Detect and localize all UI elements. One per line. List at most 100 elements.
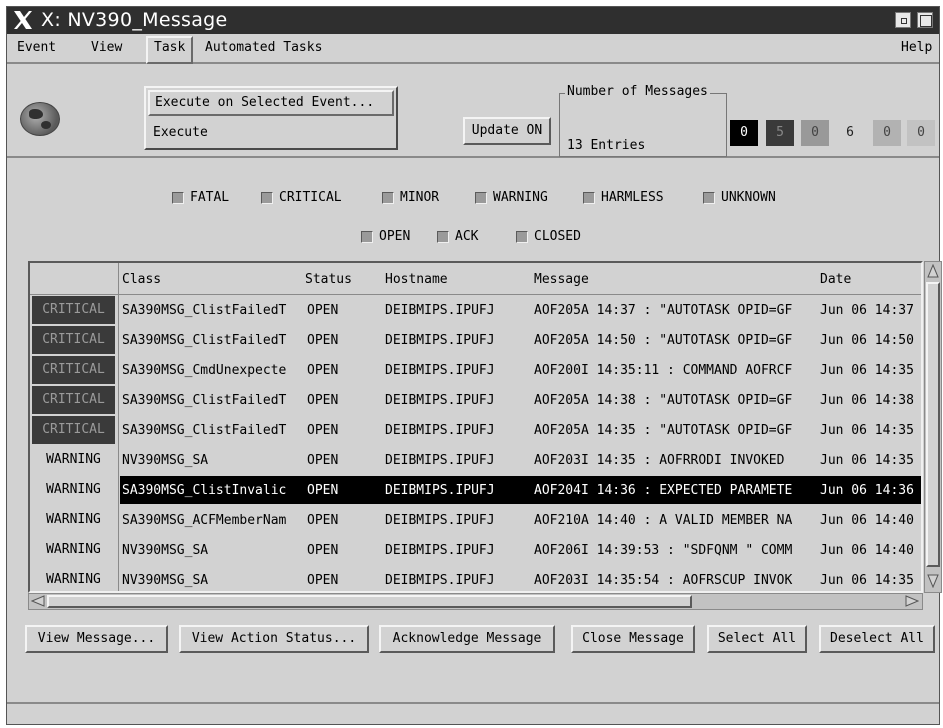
hostname-cell: DEIBMIPS.IPUFJ	[385, 423, 495, 438]
checkbox-icon	[516, 230, 528, 243]
severity-cell: WARNING	[46, 452, 101, 467]
checkbox-icon	[475, 191, 487, 204]
column-header-status[interactable]: Status	[305, 272, 352, 287]
table-row[interactable]: WARNING SA390MSG_ACFMemberNam OPEN DEIBMIPS…	[30, 505, 921, 535]
filter-harmless[interactable]: HARMLESS	[583, 190, 664, 205]
severity-cell: CRITICAL	[32, 356, 115, 384]
severity-cell: CRITICAL	[32, 386, 115, 414]
date-cell: Jun 06 14:36	[820, 483, 914, 498]
view-message-button[interactable]: View Message...	[25, 625, 168, 653]
hostname-cell: DEIBMIPS.IPUFJ	[385, 333, 495, 348]
message-table: Class Status Hostname Message Date CRITI…	[28, 261, 923, 593]
filter-minor[interactable]: MINOR	[382, 190, 439, 205]
table-row[interactable]: WARNING NV390MSG_SA OPEN DEIBMIPS.IPUFJ AOF2…	[30, 445, 921, 475]
hostname-cell: DEIBMIPS.IPUFJ	[385, 363, 495, 378]
filter-critical[interactable]: CRITICAL	[261, 190, 342, 205]
horizontal-scrollbar[interactable]	[28, 593, 923, 610]
update-toggle-button[interactable]: Update ON	[463, 117, 551, 145]
filter-unknown[interactable]: UNKNOWN	[703, 190, 776, 205]
menu-execute-on-selected-event[interactable]: Execute on Selected Event...	[148, 90, 394, 116]
checkbox-icon	[172, 191, 184, 204]
task-dropdown-menu: Execute on Selected Event... Execute	[144, 86, 398, 150]
severity-cell: WARNING	[46, 542, 101, 557]
filter-fatal[interactable]: FATAL	[172, 190, 229, 205]
filter-ack[interactable]: ACK	[437, 229, 478, 244]
message-count-label: Number of Messages	[565, 84, 710, 99]
hostname-cell: DEIBMIPS.IPUFJ	[385, 513, 495, 528]
menu-execute[interactable]: Execute	[148, 120, 394, 146]
table-row[interactable]: CRITICAL SA390MSG_ClistFailedT OPEN DEIBMIP…	[30, 295, 921, 325]
table-row[interactable]: WARNING SA390MSG_ClistInvalic OPEN DEIBMIPS…	[30, 475, 921, 505]
date-cell: Jun 06 14:50	[820, 333, 914, 348]
column-header-class[interactable]: Class	[122, 272, 161, 287]
table-row[interactable]: WARNING NV390MSG_SA OPEN DEIBMIPS.IPUFJ AOF2…	[30, 535, 921, 565]
table-row[interactable]: WARNING NV390MSG_SA OPEN DEIBMIPS.IPUFJ AOF2…	[30, 565, 921, 591]
checkbox-icon	[437, 230, 449, 243]
checkbox-icon	[261, 191, 273, 204]
message-count-value: 13 Entries	[567, 138, 646, 153]
vertical-scrollbar[interactable]	[924, 261, 942, 593]
status-cell: OPEN	[307, 513, 339, 528]
class-cell: SA390MSG_CmdUnexpecte	[122, 363, 287, 378]
message-cell: AOF200I 14:35:11 : COMMAND AOFRCF	[534, 363, 793, 378]
hostname-cell: DEIBMIPS.IPUFJ	[385, 543, 495, 558]
globe-icon	[20, 102, 60, 136]
nv390-message-window: X: NV390_Message Event View Task Automat…	[6, 6, 942, 725]
minimize-button[interactable]	[895, 12, 911, 28]
menu-automated-tasks[interactable]: Automated Tasks	[205, 40, 322, 55]
menu-task[interactable]: Task	[146, 36, 194, 64]
acknowledge-message-button[interactable]: Acknowledge Message	[379, 625, 555, 653]
class-cell: SA390MSG_ClistFailedT	[122, 423, 287, 438]
counter-harmless: 0	[873, 120, 901, 146]
column-header-hostname[interactable]: Hostname	[385, 272, 448, 287]
menu-bar: Event View Task Automated Tasks Help	[7, 34, 939, 64]
column-header-date[interactable]: Date	[820, 272, 851, 287]
close-message-button[interactable]: Close Message	[571, 625, 695, 653]
table-row[interactable]: CRITICAL SA390MSG_ClistFailedT OPEN DEIBMIP…	[30, 385, 921, 415]
date-cell: Jun 06 14:38	[820, 393, 914, 408]
date-cell: Jun 06 14:35	[820, 573, 914, 588]
severity-cell: WARNING	[46, 482, 101, 497]
counter-fatal: 0	[730, 120, 758, 146]
table-row[interactable]: CRITICAL SA390MSG_CmdUnexpecte OPEN DEIBMIP…	[30, 355, 921, 385]
maximize-button[interactable]	[917, 12, 933, 28]
status-cell: OPEN	[307, 363, 339, 378]
table-row[interactable]: CRITICAL SA390MSG_ClistFailedT OPEN DEIBMIP…	[30, 415, 921, 445]
date-cell: Jun 06 14:35	[820, 363, 914, 378]
message-cell: AOF205A 14:37 : "AUTOTASK OPID=GF	[534, 303, 793, 318]
scroll-down-arrow-icon[interactable]	[927, 574, 939, 588]
counter-unknown: 0	[907, 120, 935, 146]
column-header-message[interactable]: Message	[534, 272, 589, 287]
menu-help[interactable]: Help	[901, 40, 932, 55]
date-cell: Jun 06 14:35	[820, 423, 914, 438]
table-header: Class Status Hostname Message Date	[30, 263, 921, 295]
severity-cell: CRITICAL	[32, 296, 115, 324]
hostname-cell: DEIBMIPS.IPUFJ	[385, 453, 495, 468]
scroll-left-arrow-icon[interactable]	[31, 595, 45, 607]
scroll-up-arrow-icon[interactable]	[927, 264, 939, 278]
horizontal-scroll-thumb[interactable]	[47, 595, 692, 608]
filter-warning[interactable]: WARNING	[475, 190, 548, 205]
checkbox-icon	[703, 191, 715, 204]
severity-cell: CRITICAL	[32, 416, 115, 444]
class-cell: SA390MSG_ClistFailedT	[122, 303, 287, 318]
message-cell: AOF205A 14:35 : "AUTOTASK OPID=GF	[534, 423, 793, 438]
table-row[interactable]: CRITICAL SA390MSG_ClistFailedT OPEN DEIBMIP…	[30, 325, 921, 355]
status-cell: OPEN	[307, 333, 339, 348]
scroll-right-arrow-icon[interactable]	[905, 595, 919, 607]
class-cell: NV390MSG_SA	[122, 543, 209, 558]
menu-view[interactable]: View	[91, 40, 122, 55]
title-bar[interactable]: X: NV390_Message	[7, 7, 939, 34]
filter-open[interactable]: OPEN	[361, 229, 410, 244]
hostname-cell: DEIBMIPS.IPUFJ	[385, 303, 495, 318]
filter-closed[interactable]: CLOSED	[516, 229, 581, 244]
date-cell: Jun 06 14:37	[820, 303, 914, 318]
view-action-status-button[interactable]: View Action Status...	[179, 625, 369, 653]
checkbox-icon	[361, 230, 373, 243]
select-all-button[interactable]: Select All	[707, 625, 807, 653]
vertical-scroll-thumb[interactable]	[926, 282, 940, 567]
class-cell: SA390MSG_ClistInvalic	[122, 483, 287, 498]
class-cell: SA390MSG_ACFMemberNam	[122, 513, 287, 528]
menu-event[interactable]: Event	[17, 40, 56, 55]
deselect-all-button[interactable]: Deselect All	[819, 625, 935, 653]
